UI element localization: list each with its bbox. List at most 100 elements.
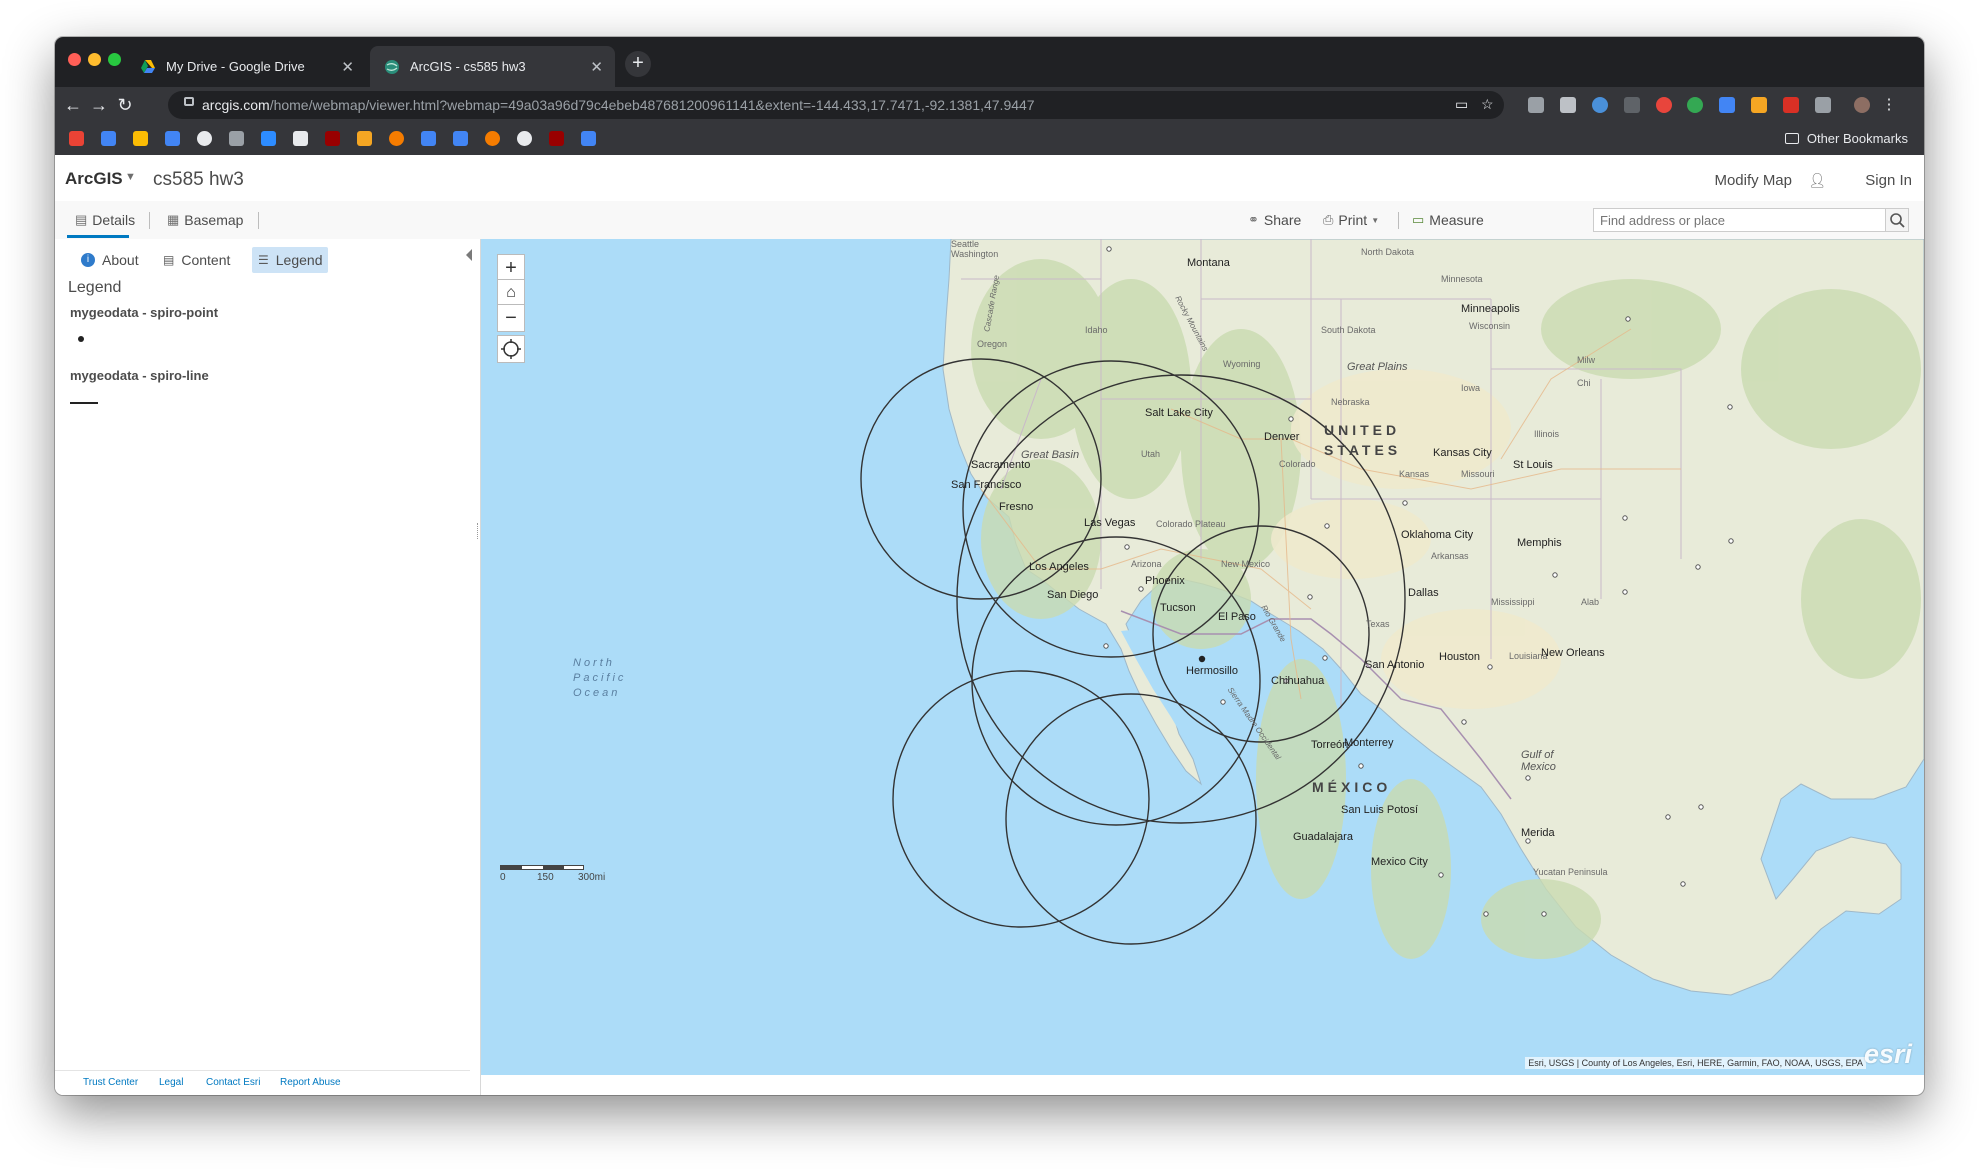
search-button[interactable] — [1885, 209, 1908, 231]
map-label: STATES — [1324, 442, 1402, 458]
usc-bookmark-icon[interactable] — [325, 131, 340, 146]
map-label: Fresno — [999, 501, 1034, 513]
bookmark-icon-11[interactable] — [389, 131, 404, 146]
back-arrow-icon[interactable]: ← — [61, 93, 85, 117]
browser-window: My Drive - Google Drive ✕ ArcGIS - cs585… — [55, 37, 1924, 1095]
docs-bookmark-icon[interactable] — [165, 131, 180, 146]
forward-arrow-icon[interactable]: → — [87, 93, 111, 117]
profile-avatar[interactable] — [1854, 97, 1870, 113]
contact-esri-link[interactable]: Contact Esri — [206, 1077, 260, 1088]
point-symbol — [78, 336, 84, 342]
other-bookmarks[interactable]: Other Bookmarks — [1784, 131, 1908, 146]
search-input[interactable] — [1598, 212, 1882, 229]
chevron-down-icon[interactable]: ▼ — [125, 171, 136, 183]
zoom-out-button[interactable]: − — [497, 304, 525, 332]
modify-map-button[interactable]: Modify Map — [1714, 172, 1792, 189]
reload-icon[interactable]: ↻ — [113, 93, 137, 117]
tab-arcgis[interactable]: ArcGIS - cs585 hw3 ✕ — [370, 46, 615, 87]
map-label: Chihuahua — [1271, 675, 1325, 687]
bookmark-icon-8[interactable] — [293, 131, 308, 146]
extension-calendar-icon[interactable] — [1719, 97, 1735, 113]
extension-cloud-icon[interactable] — [1528, 97, 1544, 113]
details-label: Details — [92, 212, 136, 228]
docs-bookmark-icon-2[interactable] — [581, 131, 596, 146]
extension-cast-icon[interactable] — [1624, 97, 1640, 113]
github-bookmark-icon[interactable] — [197, 131, 212, 146]
spiro-point[interactable] — [1198, 655, 1206, 663]
close-tab-icon[interactable]: ✕ — [590, 58, 603, 76]
drive-bookmark-icon[interactable] — [133, 131, 148, 146]
map-label: Minneapolis — [1461, 303, 1520, 315]
calendar-bookmark-icon[interactable] — [101, 131, 116, 146]
tab-content-label: Content — [181, 252, 231, 268]
map-label: Tucson — [1160, 602, 1196, 614]
install-app-icon[interactable]: ▭ — [1455, 96, 1468, 113]
extension-honey-icon[interactable] — [1751, 97, 1767, 113]
extension-lastpass-icon[interactable] — [1592, 97, 1608, 113]
spiro-circle[interactable] — [892, 670, 1150, 928]
spiro-circle[interactable] — [1005, 693, 1257, 945]
measure-label: Measure — [1429, 212, 1484, 228]
close-tab-icon[interactable]: ✕ — [341, 58, 354, 76]
crosshair-icon — [501, 339, 521, 359]
map-label: Seattle — [951, 239, 980, 249]
report-abuse-link[interactable]: Report Abuse — [280, 1077, 341, 1088]
menu-dots-icon[interactable]: ⋮ — [1881, 97, 1897, 113]
extension-green-icon[interactable] — [1687, 97, 1703, 113]
zoom-bookmark-icon[interactable] — [261, 131, 276, 146]
legal-link[interactable]: Legal — [159, 1077, 183, 1088]
map-label: San Luis Potosí — [1341, 804, 1419, 816]
lock-icon — [184, 97, 194, 106]
extension-shield-icon[interactable] — [1560, 97, 1576, 113]
browser-toolbar: ← → ↻ arcgis.com/home/webmap/viewer.html… — [55, 87, 1924, 123]
bookmark-icon-12[interactable] — [421, 131, 436, 146]
usc-bookmark-icon-2[interactable] — [549, 131, 564, 146]
extension-red-icon[interactable] — [1783, 97, 1799, 113]
print-label: Print — [1338, 212, 1368, 228]
map-label: Houston — [1439, 651, 1480, 663]
close-window-button[interactable] — [68, 53, 81, 66]
tab-content[interactable]: ▤ Content — [157, 247, 236, 273]
map-label: Memphis — [1517, 537, 1562, 549]
bookmark-star-icon[interactable]: ☆ — [1481, 96, 1494, 113]
map-label: Las Vegas — [1084, 517, 1136, 529]
details-button[interactable]: ▤ Details — [75, 212, 135, 228]
tab-google-drive[interactable]: My Drive - Google Drive ✕ — [126, 46, 366, 87]
bookmark-icon-13[interactable] — [453, 131, 468, 146]
divider — [149, 212, 150, 229]
tab-about[interactable]: i About — [75, 247, 145, 273]
gmail-bookmark-icon[interactable] — [69, 131, 84, 146]
minimize-window-button[interactable] — [88, 53, 101, 66]
tab-about-label: About — [102, 252, 139, 268]
map-label: North — [573, 657, 615, 669]
maximize-window-button[interactable] — [108, 53, 121, 66]
bookmark-icon-14[interactable] — [485, 131, 500, 146]
sign-in-button[interactable]: Sign In — [1865, 172, 1912, 189]
new-tab-button[interactable]: + — [625, 51, 651, 77]
collapse-panel-icon[interactable] — [466, 249, 472, 261]
measure-button[interactable]: ▭ Measure — [1412, 212, 1484, 228]
home-button[interactable]: ⌂ — [497, 279, 525, 307]
trust-center-link[interactable]: Trust Center — [83, 1077, 138, 1088]
bookmark-icon-6[interactable] — [229, 131, 244, 146]
zoom-in-button[interactable]: + — [497, 254, 525, 282]
map-label: Oklahoma City — [1401, 529, 1474, 541]
globe-bookmark-icon[interactable] — [517, 131, 532, 146]
locate-button[interactable] — [497, 335, 525, 363]
url-domain: arcgis.com — [202, 97, 270, 113]
extension-gray-icon[interactable] — [1815, 97, 1831, 113]
print-button[interactable]: ⎙ Print ▼ — [1323, 212, 1384, 228]
map-label: Ocean — [573, 687, 621, 699]
share-button[interactable]: ⚭ Share — [1248, 212, 1301, 228]
address-bar[interactable]: arcgis.com/home/webmap/viewer.html?webma… — [168, 91, 1504, 119]
bookmark-icon-10[interactable] — [357, 131, 372, 146]
map-label: Idaho — [1085, 325, 1108, 335]
map-label: Oregon — [977, 339, 1008, 349]
tab-legend[interactable]: ☰ Legend — [252, 247, 329, 273]
map-label: Phoenix — [1145, 575, 1185, 587]
map-view[interactable]: Seattle Washington Montana North Dakota Minn… — [481, 239, 1924, 1075]
basemap-button[interactable]: ▦ Basemap — [167, 212, 243, 228]
scale-label-300: 300mi — [578, 872, 606, 883]
arcgis-logo[interactable]: ArcGIS — [65, 169, 123, 189]
extension-color-icon[interactable] — [1656, 97, 1672, 113]
